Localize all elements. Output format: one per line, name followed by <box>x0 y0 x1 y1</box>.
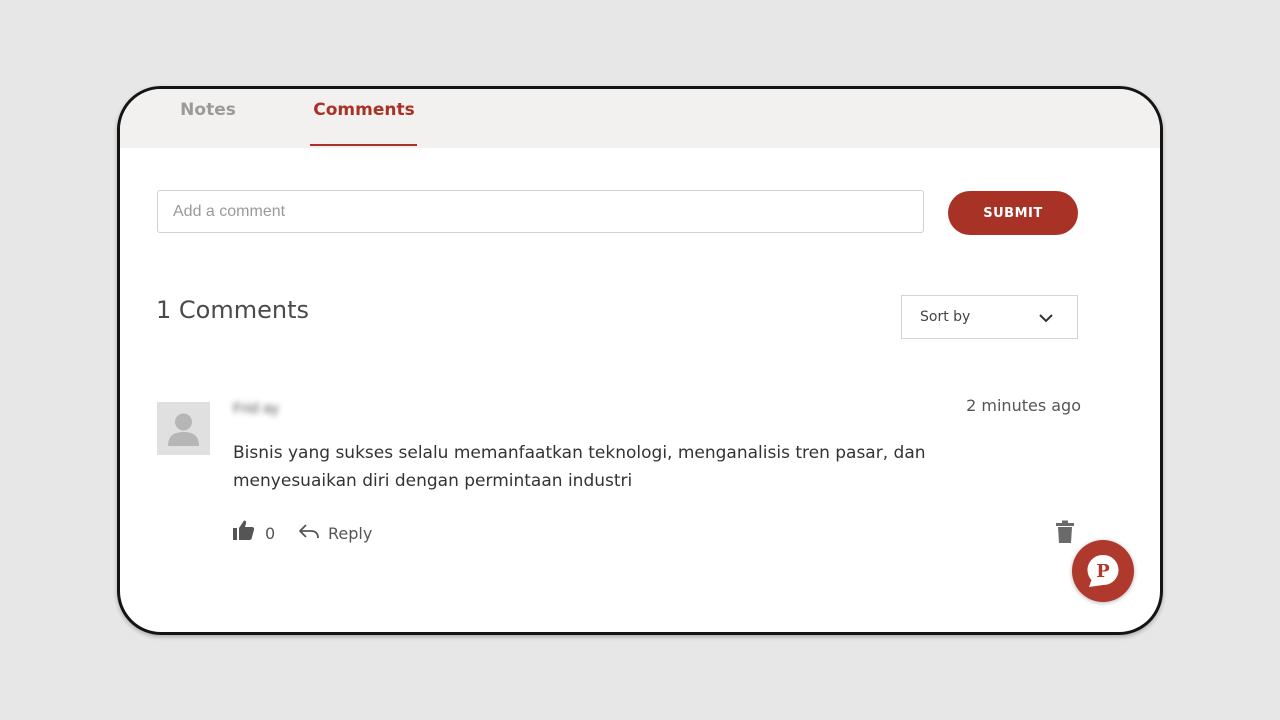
comments-count: 1 Comments <box>156 296 309 324</box>
submit-button[interactable]: SUBMIT <box>948 191 1078 235</box>
chevron-down-icon <box>1039 314 1053 323</box>
reply-arrow-icon <box>299 524 319 539</box>
like-count: 0 <box>265 524 276 543</box>
sort-by-dropdown[interactable]: Sort by <box>901 295 1078 339</box>
reply-label: Reply <box>328 524 373 543</box>
tab-comments[interactable]: Comments <box>310 89 418 148</box>
comment-body: Bisnis yang sukses selalu memanfaatkan t… <box>233 443 926 491</box>
chat-widget-button[interactable]: P <box>1072 540 1134 602</box>
comment-input[interactable] <box>157 190 924 233</box>
comments-panel: Notes Comments SUBMIT 1 Comments Sort by… <box>117 86 1163 635</box>
user-avatar-icon <box>157 402 210 455</box>
comment-author: Frid ay <box>233 400 279 417</box>
svg-text:P: P <box>1096 561 1110 582</box>
tab-bar: Notes Comments <box>120 89 1160 148</box>
comment-timestamp: 2 minutes ago <box>966 396 1081 415</box>
sort-by-label: Sort by <box>920 309 971 325</box>
tab-notes[interactable]: Notes <box>172 89 244 148</box>
chat-p-icon: P <box>1087 555 1119 587</box>
trash-icon[interactable] <box>1055 520 1075 544</box>
active-tab-indicator <box>310 144 417 146</box>
thumbs-up-icon[interactable] <box>233 519 255 541</box>
